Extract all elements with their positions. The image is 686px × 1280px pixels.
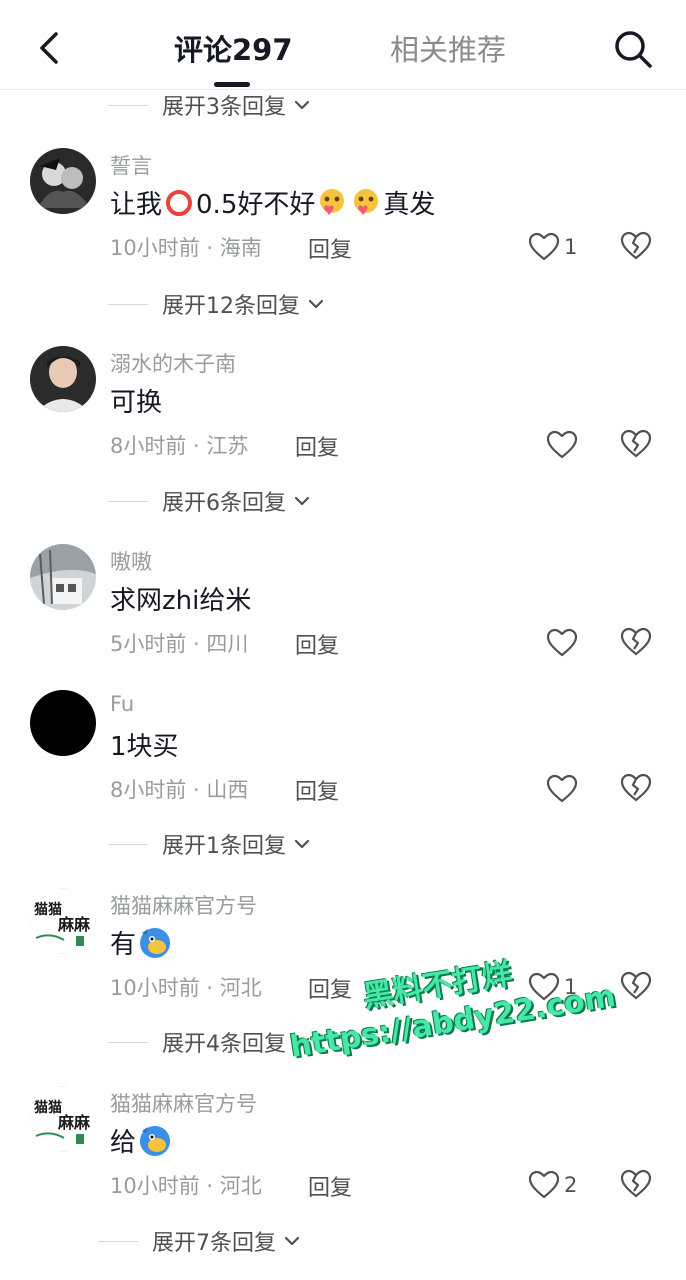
chevron-down-icon: [294, 496, 310, 506]
chevron-down-icon: [284, 1236, 300, 1246]
expand-replies-label: 展开1条回复: [162, 834, 286, 859]
reply-button[interactable]: 回复: [295, 628, 339, 660]
comment-content: 可换: [110, 388, 163, 418]
reply-button[interactable]: 回复: [308, 232, 352, 264]
comment-username[interactable]: 誓言: [110, 150, 152, 180]
heart-outline-icon: [546, 628, 578, 657]
comment-meta: 10小时前 · 河北: [110, 976, 262, 1000]
like-button[interactable]: [546, 428, 578, 462]
comment-meta: 10小时前 · 河北: [110, 1174, 262, 1198]
watermark-title: 黑料不打烊: [360, 956, 515, 1015]
avatar[interactable]: [30, 690, 96, 756]
chevron-down-icon: [294, 100, 310, 110]
heart-outline-icon: [528, 972, 560, 1001]
comment-meta: 8小时前 · 山西: [110, 778, 249, 802]
reply-button[interactable]: 回复: [295, 430, 339, 462]
reply-button[interactable]: 回复: [295, 774, 339, 806]
svg-text:麻麻: 麻麻: [57, 915, 91, 934]
svg-text:麻麻: 麻麻: [57, 1113, 91, 1132]
like-count: 2: [564, 1173, 578, 1197]
comment-content: 给: [110, 1122, 174, 1159]
comment-text-prefix: 让我: [110, 190, 163, 220]
blue-bird-emoji-icon: [140, 927, 171, 958]
avatar[interactable]: 猫猫 麻麻: [30, 888, 96, 954]
broken-heart-icon[interactable]: [620, 1168, 652, 1200]
divider-line: [108, 1041, 148, 1043]
heart-hug-emoji-icon: [320, 188, 345, 215]
comment-meta: 5小时前 · 四川: [110, 632, 249, 656]
comment-content: 让我 0.5好不好 真发: [110, 184, 435, 221]
expand-replies-button[interactable]: 展开7条回复: [98, 1224, 302, 1258]
comment-username[interactable]: Fu: [110, 692, 134, 716]
divider-line: [108, 500, 148, 502]
like-button[interactable]: [546, 772, 578, 806]
like-button[interactable]: [546, 626, 578, 660]
comment-username[interactable]: 猫猫麻麻官方号: [110, 1088, 257, 1118]
watermark: 黑料不打烊 https://abdy22.com: [281, 936, 618, 1103]
heart-outline-icon: [528, 1170, 560, 1199]
active-tab-indicator: [214, 82, 250, 87]
like-button[interactable]: 2: [528, 1168, 577, 1202]
expand-replies-label: 展开4条回复: [162, 1032, 286, 1057]
expand-replies-label: 展开12条回复: [162, 294, 300, 319]
like-button[interactable]: 1: [528, 230, 577, 264]
like-count: 1: [564, 975, 578, 999]
avatar[interactable]: [30, 346, 96, 412]
comment-text: 有: [110, 930, 137, 960]
chevron-down-icon: [294, 839, 310, 849]
expand-replies-button[interactable]: 展开6条回复: [108, 484, 312, 518]
comment-content: 求网zhi给米: [110, 586, 252, 616]
divider-line: [108, 843, 148, 845]
heart-outline-icon: [546, 430, 578, 459]
broken-heart-icon[interactable]: [620, 772, 652, 804]
comment-username[interactable]: 溺水的木子南: [110, 348, 236, 378]
expand-replies-button[interactable]: 展开12条回复: [108, 287, 326, 321]
expand-replies-label: 展开3条回复: [162, 95, 286, 120]
search-icon[interactable]: [610, 26, 656, 72]
expand-replies-button[interactable]: 展开4条回复: [108, 1025, 312, 1059]
comment-text: 给: [110, 1128, 137, 1158]
avatar[interactable]: 猫猫 麻麻: [30, 1086, 96, 1152]
avatar[interactable]: [30, 544, 96, 610]
like-count: 1: [564, 235, 578, 259]
comment-text-end: 真发: [383, 190, 436, 220]
expand-replies-label: 展开7条回复: [152, 1231, 276, 1256]
comment-username[interactable]: 猫猫麻麻官方号: [110, 890, 257, 920]
expand-replies-label: 展开6条回复: [162, 491, 286, 516]
expand-replies-button[interactable]: 展开1条回复: [108, 827, 312, 861]
avatar[interactable]: [30, 148, 96, 214]
divider-line: [108, 104, 148, 106]
comments-header: 评论297 相关推荐: [0, 0, 686, 90]
chevron-down-icon: [294, 1037, 310, 1047]
broken-heart-icon[interactable]: [620, 626, 652, 658]
red-circle-icon: [166, 189, 193, 216]
comment-meta: 10小时前 · 海南: [110, 236, 262, 260]
comment-content: 1块买: [110, 732, 179, 762]
divider-line: [108, 303, 148, 305]
broken-heart-icon[interactable]: [620, 230, 652, 262]
like-button[interactable]: 1: [528, 970, 577, 1004]
comment-username[interactable]: 嗷嗷: [110, 546, 152, 576]
comment-text-middle: 0.5好不好: [196, 190, 316, 220]
blue-bird-emoji-icon: [140, 1125, 171, 1156]
tab-related[interactable]: 相关推荐: [390, 30, 506, 70]
heart-outline-icon: [528, 232, 560, 261]
heart-hug-emoji-icon: [354, 188, 379, 215]
divider-line: [98, 1240, 138, 1242]
comment-content: 有: [110, 924, 174, 961]
back-arrow-icon[interactable]: [28, 26, 72, 70]
heart-outline-icon: [546, 774, 578, 803]
broken-heart-icon[interactable]: [620, 428, 652, 460]
reply-button[interactable]: 回复: [308, 1170, 352, 1202]
broken-heart-icon[interactable]: [620, 970, 652, 1002]
tab-comments[interactable]: 评论297: [174, 30, 293, 70]
expand-replies-button[interactable]: 展开3条回复: [108, 88, 312, 122]
comment-meta: 8小时前 · 江苏: [110, 434, 249, 458]
reply-button[interactable]: 回复: [308, 972, 352, 1004]
chevron-down-icon: [308, 299, 324, 309]
